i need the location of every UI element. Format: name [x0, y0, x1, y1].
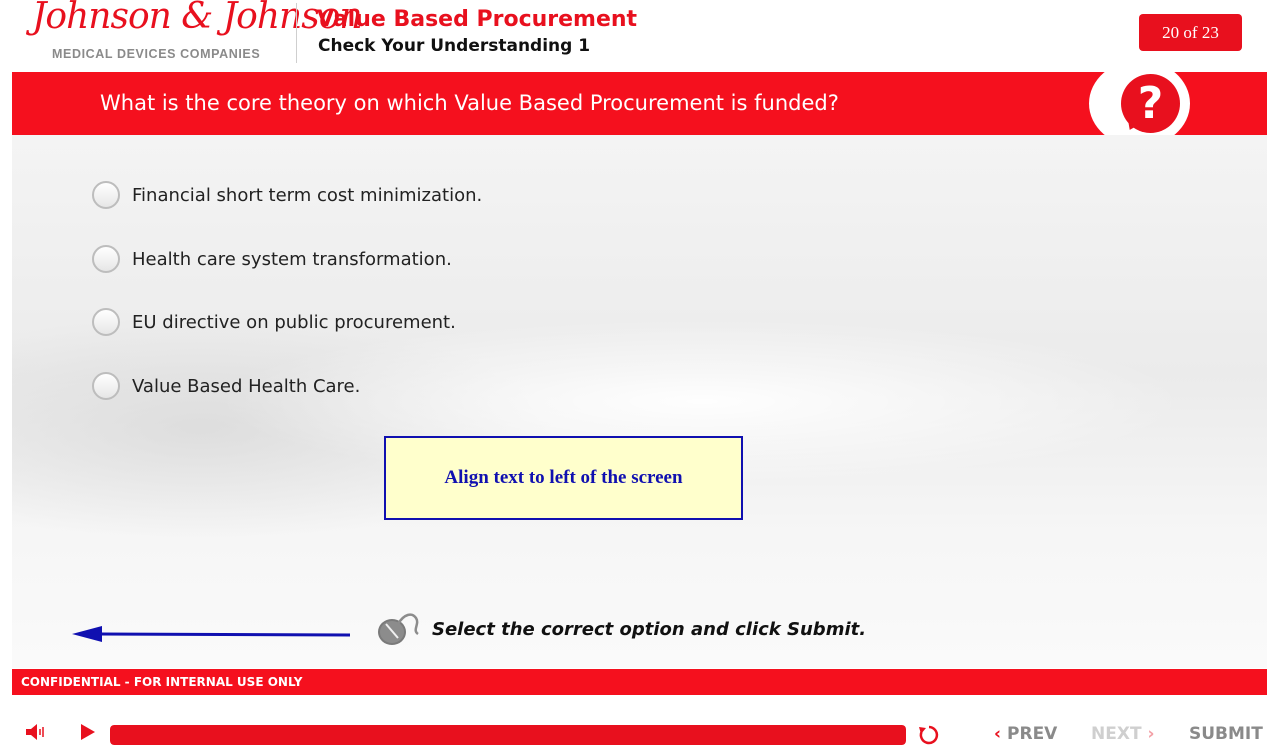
option-label: Financial short term cost minimization.: [132, 184, 483, 206]
option-4[interactable]: Value Based Health Care.: [92, 369, 360, 403]
volume-icon[interactable]: [24, 722, 46, 742]
replay-icon[interactable]: [918, 724, 940, 746]
prev-button[interactable]: ‹ PREV: [988, 724, 1057, 744]
header-divider: [296, 3, 297, 63]
page-counter: 20 of 23: [1139, 14, 1242, 51]
header: Johnson & Johnson MEDICAL DEVICES COMPAN…: [0, 0, 1277, 72]
confidential-bar: CONFIDENTIAL - FOR INTERNAL USE ONLY: [12, 669, 1267, 695]
radio-button[interactable]: [92, 308, 120, 336]
chevron-right-icon: ›: [1147, 724, 1155, 744]
progress-bar[interactable]: [110, 725, 906, 745]
prev-label: PREV: [1007, 724, 1058, 744]
instruction-text: Select the correct option and click Subm…: [432, 619, 867, 640]
option-label: Health care system transformation.: [132, 248, 452, 270]
next-label: NEXT: [1091, 724, 1142, 744]
logo-subtitle: MEDICAL DEVICES COMPANIES: [52, 47, 261, 61]
left-arrow-annotation: [72, 626, 351, 642]
confidential-text: CONFIDENTIAL - FOR INTERNAL USE ONLY: [21, 675, 303, 689]
radio-button[interactable]: [92, 372, 120, 400]
option-label: EU directive on public procurement.: [132, 311, 456, 333]
player-controls: ‹ PREV NEXT › SUBMIT: [0, 712, 1277, 753]
submit-button[interactable]: SUBMIT: [1189, 724, 1263, 744]
editor-note-text: Align text to left of the screen: [444, 467, 683, 488]
option-2[interactable]: Health care system transformation.: [92, 242, 452, 276]
content-area: Financial short term cost minimization. …: [12, 135, 1267, 668]
play-icon[interactable]: [78, 722, 96, 742]
course-title: Value Based Procurement: [317, 7, 638, 32]
progress-fill: [110, 725, 906, 745]
radio-button[interactable]: [92, 245, 120, 273]
option-1[interactable]: Financial short term cost minimization.: [92, 178, 482, 212]
question-banner: What is the core theory on which Value B…: [12, 72, 1267, 135]
option-3[interactable]: EU directive on public procurement.: [92, 305, 456, 339]
submit-label: SUBMIT: [1189, 724, 1263, 744]
editor-note-box: Align text to left of the screen: [384, 436, 743, 520]
radio-button[interactable]: [92, 181, 120, 209]
question-mark-icon: ?: [1121, 74, 1180, 133]
company-logo: Johnson & Johnson MEDICAL DEVICES COMPAN…: [28, 0, 363, 66]
option-label: Value Based Health Care.: [132, 375, 361, 397]
course-subtitle: Check Your Understanding 1: [318, 36, 591, 56]
logo-script-text: Johnson & Johnson: [32, 0, 363, 37]
question-text: What is the core theory on which Value B…: [100, 91, 839, 115]
mouse-click-icon: [378, 613, 419, 645]
next-button[interactable]: NEXT ›: [1091, 724, 1161, 744]
chevron-left-icon: ‹: [994, 724, 1002, 744]
